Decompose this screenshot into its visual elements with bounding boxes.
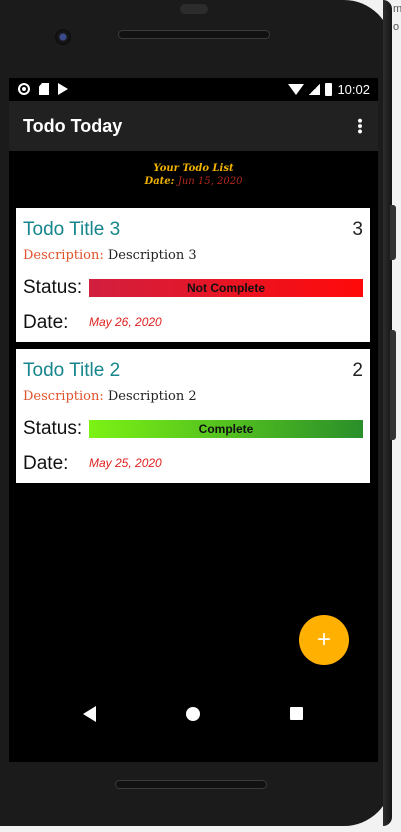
description-label: Description: (23, 248, 104, 263)
back-icon[interactable] (83, 706, 96, 722)
list-header-date-value: Jun 15, 2020 (177, 176, 243, 187)
todo-card[interactable]: Todo Title 3 3 Description: Description … (16, 208, 370, 342)
status-time: 10:02 (337, 82, 370, 97)
screen: 10:02 Todo Today Your Todo List Date: Ju… (9, 78, 378, 762)
date-value: May 26, 2020 (89, 315, 162, 329)
todo-number: 2 (352, 360, 363, 381)
date-value: May 25, 2020 (89, 456, 162, 470)
todo-card[interactable]: Todo Title 2 2 Description: Description … (16, 349, 370, 483)
camera-icon (55, 29, 71, 45)
more-vert-icon[interactable] (358, 118, 362, 134)
home-icon[interactable] (186, 707, 200, 721)
status-badge: Complete (89, 420, 363, 438)
side-text: m o (393, 3, 401, 33)
status-label: Status: (23, 277, 83, 298)
bottom-speaker-grille (115, 780, 267, 789)
todo-title: Todo Title 2 (23, 360, 121, 381)
list-header: Your Todo List Date: Jun 15, 2020 (9, 162, 378, 188)
list-header-date: Date: Jun 15, 2020 (9, 175, 378, 188)
description-value: Description 3 (107, 248, 197, 263)
add-icon: + (316, 626, 331, 653)
todo-description: Description: Description 2 (23, 389, 197, 404)
date-label: Date: (23, 312, 69, 333)
play-store-icon (58, 83, 68, 95)
todo-title: Todo Title 3 (23, 219, 121, 240)
recents-icon[interactable] (290, 707, 303, 720)
description-value: Description 2 (107, 389, 197, 404)
app-title: Todo Today (23, 116, 123, 136)
list-header-date-label: Date: (144, 176, 175, 187)
record-icon (18, 83, 30, 95)
top-notch (180, 4, 208, 14)
add-todo-button[interactable]: + (299, 615, 349, 665)
speaker-grille (118, 30, 270, 39)
signal-icon (309, 84, 321, 95)
wifi-icon (288, 84, 305, 95)
todo-description: Description: Description 3 (23, 248, 197, 263)
status-label: Status: (23, 418, 83, 439)
date-label: Date: (23, 453, 69, 474)
power-button (390, 330, 396, 440)
volume-button (390, 205, 396, 260)
list-header-title: Your Todo List (153, 163, 234, 174)
battery-icon (325, 83, 333, 96)
nav-bar (9, 690, 378, 738)
sd-card-icon (39, 83, 49, 95)
app-bar: Todo Today (9, 101, 378, 151)
todo-number: 3 (352, 219, 363, 240)
description-label: Description: (23, 389, 104, 404)
status-badge: Not Complete (89, 279, 363, 297)
status-bar: 10:02 (9, 78, 378, 101)
